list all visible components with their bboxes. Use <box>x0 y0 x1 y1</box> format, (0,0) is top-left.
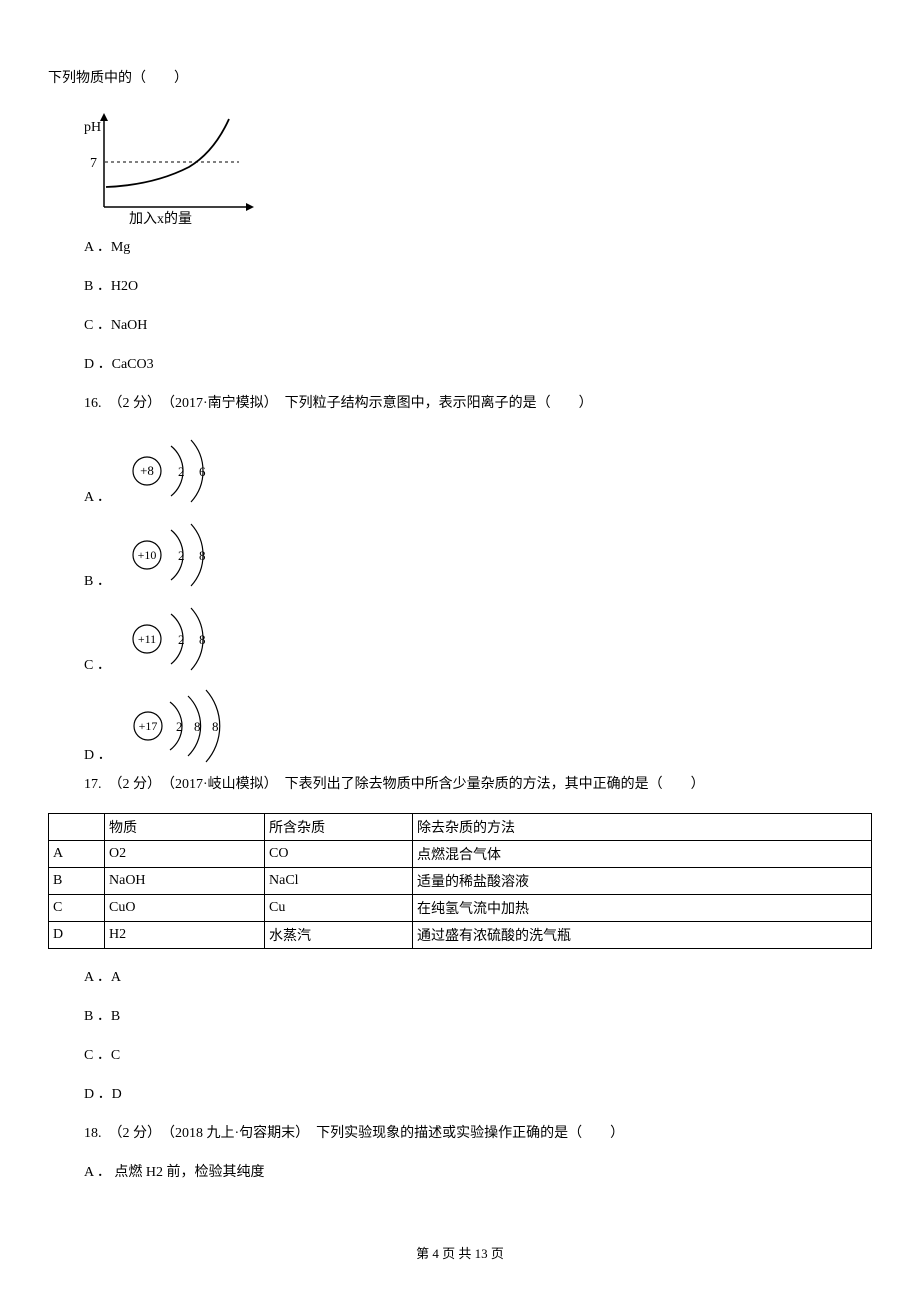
atom-diagram-b: +10 2 8 <box>119 516 229 594</box>
q17-table: 物质 所含杂质 除去杂质的方法 A O2 CO 点燃混合气体 B NaOH Na… <box>48 813 872 949</box>
q16-stem: 16. （2 分） （2017·南宁模拟） 下列粒子结构示意图中，表示阳离子的是… <box>48 393 872 414</box>
svg-text:2: 2 <box>178 632 185 647</box>
table-header-row: 物质 所含杂质 除去杂质的方法 <box>49 814 872 841</box>
svg-text:2: 2 <box>178 464 185 479</box>
q15-option-d[interactable]: D ．CaCO3 <box>48 354 872 375</box>
q15-option-a[interactable]: A ．Mg <box>48 237 872 258</box>
page-footer: 第 4 页 共 13 页 <box>0 1243 920 1262</box>
atom-diagram-a: +8 2 6 <box>119 432 229 510</box>
table-row: A O2 CO 点燃混合气体 <box>49 841 872 868</box>
svg-text:8: 8 <box>199 548 206 563</box>
svg-text:6: 6 <box>199 464 206 479</box>
q17-option-b[interactable]: B ．B <box>48 1006 872 1027</box>
table-row: D H2 水蒸汽 通过盛有浓硫酸的洗气瓶 <box>49 922 872 949</box>
q17-option-c[interactable]: C ．C <box>48 1045 872 1066</box>
q16-option-c[interactable]: C ． +11 2 8 <box>48 600 872 678</box>
svg-text:8: 8 <box>212 719 219 734</box>
atom-diagram-d: +17 2 8 8 <box>120 684 250 768</box>
atom-diagram-c: +11 2 8 <box>119 600 229 678</box>
q15-option-b[interactable]: B ．H2O <box>48 276 872 297</box>
q15-option-c[interactable]: C ．NaOH <box>48 315 872 336</box>
q18-option-a[interactable]: A ． 点燃 H2 前，检验其纯度 <box>48 1162 872 1183</box>
q17-stem: 17. （2 分） （2017·岐山模拟） 下表列出了除去物质中所含少量杂质的方… <box>48 774 872 795</box>
q16-option-a[interactable]: A ． +8 2 6 <box>48 432 872 510</box>
q15-graph: pH 7 加入x的量 <box>84 107 264 227</box>
q16-option-b[interactable]: B ． +10 2 8 <box>48 516 872 594</box>
q17-option-a[interactable]: A ．A <box>48 967 872 988</box>
svg-text:8: 8 <box>199 632 206 647</box>
graph-hline-label: 7 <box>90 156 97 171</box>
q18-stem: 18. （2 分） （2018 九上·句容期末） 下列实验现象的描述或实验操作正… <box>48 1123 872 1144</box>
svg-text:+10: +10 <box>137 548 156 562</box>
q15-lead-in: 下列物质中的（ ） <box>48 68 872 89</box>
q16-option-d[interactable]: D ． +17 2 8 8 <box>48 684 872 768</box>
table-row: B NaOH NaCl 适量的稀盐酸溶液 <box>49 868 872 895</box>
svg-text:+17: +17 <box>138 719 157 733</box>
graph-ylabel: pH <box>84 120 101 135</box>
svg-text:+8: +8 <box>140 463 154 478</box>
svg-text:2: 2 <box>178 548 185 563</box>
graph-xlabel: 加入x的量 <box>129 211 192 227</box>
svg-text:8: 8 <box>194 719 201 734</box>
q17-option-d[interactable]: D ．D <box>48 1084 872 1105</box>
table-row: C CuO Cu 在纯氢气流中加热 <box>49 895 872 922</box>
svg-text:2: 2 <box>176 719 183 734</box>
svg-text:+11: +11 <box>138 632 156 646</box>
